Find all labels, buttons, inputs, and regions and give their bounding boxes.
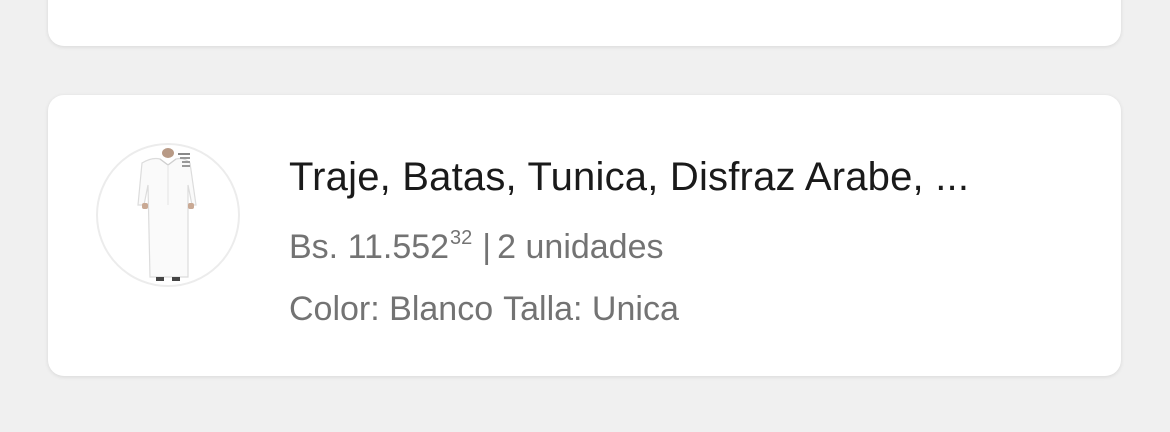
price-amount: 11.552 (347, 228, 450, 266)
product-thumbnail[interactable] (96, 143, 240, 287)
variant-line: Color: Blanco Talla: Unica (289, 286, 1061, 332)
variant-size: Talla: Unica (503, 290, 679, 328)
tunic-image-icon (137, 148, 197, 281)
item-info: Traje, Batas, Tunica, Disfraz Arabe, ...… (289, 151, 1061, 332)
order-item-card[interactable]: Traje, Batas, Tunica, Disfraz Arabe, ...… (48, 95, 1121, 376)
previous-item-card (48, 0, 1121, 46)
item-title[interactable]: Traje, Batas, Tunica, Disfraz Arabe, ... (289, 151, 1061, 203)
price-quantity-line: Bs. 11.55232 | 2 unidades (289, 215, 1061, 270)
item-quantity: 2 unidades (497, 228, 664, 266)
price-separator: | (482, 228, 492, 266)
price-currency: Bs. (289, 228, 339, 266)
price-cents: 32 (450, 227, 473, 249)
variant-color: Color: Blanco (289, 290, 494, 328)
